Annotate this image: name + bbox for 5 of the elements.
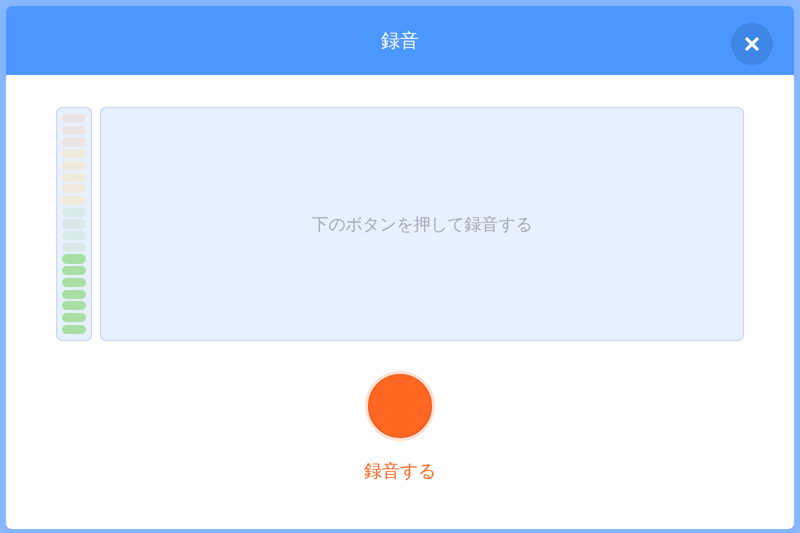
preview-hint: 下のボタンを押して録音する xyxy=(312,214,532,236)
record-label: 録音する xyxy=(364,460,436,483)
window-title: 録音 xyxy=(381,28,419,54)
close-button[interactable] xyxy=(731,23,773,65)
close-icon xyxy=(745,37,759,51)
